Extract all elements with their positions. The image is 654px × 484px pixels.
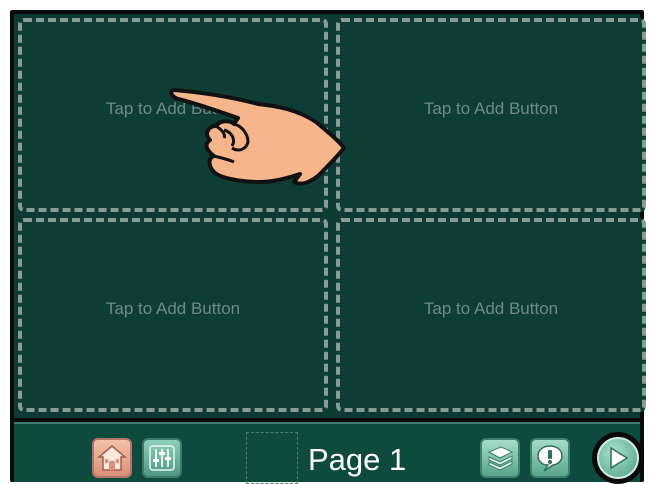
page-title: Page 1 xyxy=(308,442,407,477)
button-grid: Tap to Add Button Tap to Add Button Tap … xyxy=(14,14,646,418)
pages-button[interactable] xyxy=(480,438,520,478)
cell-label: Tap to Add Button xyxy=(423,299,559,318)
app-window: Tap to Add Button Tap to Add Button Tap … xyxy=(10,10,646,484)
empty-cell-2[interactable]: Tap to Add Button xyxy=(336,18,646,212)
play-button[interactable] xyxy=(592,432,644,484)
cell-label: Tap to Add Button xyxy=(105,299,241,318)
speech-alert-icon xyxy=(537,445,563,472)
home-button[interactable] xyxy=(92,438,132,478)
message-alert-button[interactable] xyxy=(530,438,570,478)
empty-cell-4[interactable]: Tap to Add Button xyxy=(336,218,646,412)
settings-button[interactable] xyxy=(142,438,182,478)
pointing-hand-icon xyxy=(169,88,346,186)
page-thumbnail[interactable] xyxy=(246,432,298,484)
play-icon xyxy=(610,446,629,470)
empty-cell-3[interactable]: Tap to Add Button xyxy=(18,218,328,412)
play-button-face xyxy=(597,437,639,479)
bottom-toolbar: Page 1 xyxy=(14,422,644,484)
cell-label: Tap to Add Button xyxy=(423,99,559,118)
sliders-icon xyxy=(149,445,175,471)
page-stack-icon xyxy=(487,446,514,471)
home-icon xyxy=(97,445,127,471)
